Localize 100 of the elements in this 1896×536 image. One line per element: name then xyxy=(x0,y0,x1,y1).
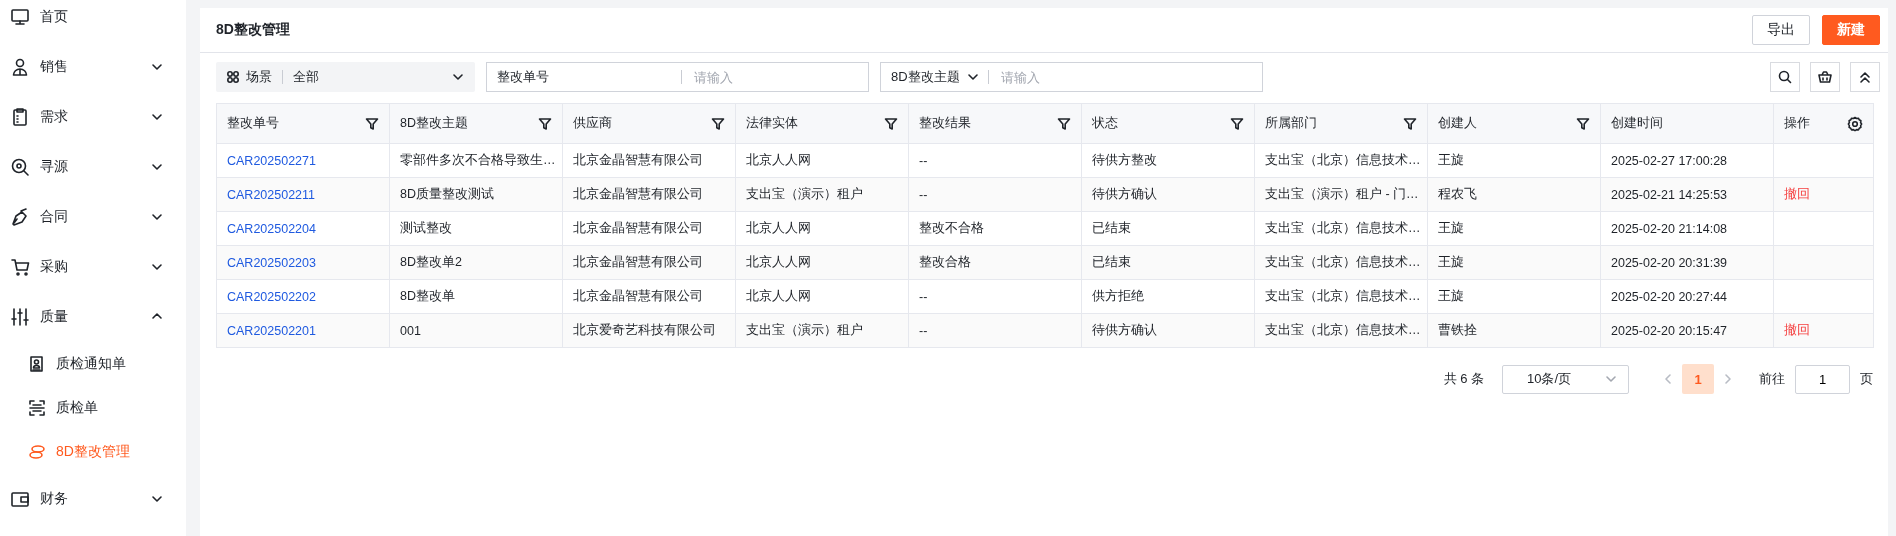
table-cell: 支出宝（北京）信息技术… xyxy=(1254,279,1428,314)
table-cell: 支出宝（演示）租户 - 门… xyxy=(1254,177,1428,212)
table-cell: 支出宝（北京）信息技术… xyxy=(1254,245,1428,280)
table-cell: 2025-02-20 20:31:39 xyxy=(1600,245,1774,280)
withdraw-link[interactable]: 撤回 xyxy=(1784,187,1810,201)
table-cell: -- xyxy=(908,279,1082,314)
reset-button[interactable] xyxy=(1810,62,1840,92)
table-cell: 测试整改 xyxy=(389,211,563,246)
page-size-select[interactable]: 10条/页 xyxy=(1502,364,1629,394)
table-cell: 支出宝（演示）租户 xyxy=(735,177,909,212)
table-cell: 曹铁拴 xyxy=(1427,313,1601,348)
search-icon xyxy=(1778,70,1792,84)
export-button[interactable]: 导出 xyxy=(1752,15,1810,45)
page-input[interactable]: 1 xyxy=(1795,364,1850,394)
table-cell: 北京人人网 xyxy=(735,143,909,178)
column-header: 创建时间 xyxy=(1600,103,1774,144)
column-header: 8D整改主题 xyxy=(389,103,563,144)
table-cell: 王旋 xyxy=(1427,143,1601,178)
table-cell: 王旋 xyxy=(1427,211,1601,246)
cart-icon xyxy=(10,257,30,277)
column-header: 操作 xyxy=(1773,103,1874,144)
filter-field[interactable]: 整改单号 请输入 xyxy=(486,62,869,92)
table-cell: -- xyxy=(908,177,1082,212)
scene-select[interactable]: 场景 全部 xyxy=(216,62,475,92)
table-cell: 程农飞 xyxy=(1427,177,1601,212)
chain-icon xyxy=(28,443,46,461)
text-input[interactable]: 请输入 xyxy=(998,68,1252,86)
table-cell: 8D质量整改测试 xyxy=(389,177,563,212)
sidebar-item[interactable]: 首页 xyxy=(0,0,186,42)
withdraw-link[interactable]: 撤回 xyxy=(1784,323,1810,337)
page-title: 8D整改管理 xyxy=(216,21,291,39)
search-button[interactable] xyxy=(1770,62,1800,92)
column-header: 整改结果 xyxy=(908,103,1082,144)
sidebar-item[interactable]: 质量 xyxy=(0,292,186,342)
sliders-icon xyxy=(10,307,30,327)
table-cell: 2025-02-20 21:14:08 xyxy=(1600,211,1774,246)
table-cell: 待供方整改 xyxy=(1081,143,1255,178)
table-cell: 王旋 xyxy=(1427,245,1601,280)
basket-icon xyxy=(1818,70,1832,84)
sidebar-item[interactable]: 需求 xyxy=(0,92,186,142)
table-cell: 待供方确认 xyxy=(1081,177,1255,212)
table-cell: -- xyxy=(908,313,1082,348)
table-cell: 北京金晶智慧有限公司 xyxy=(562,211,736,246)
table-cell: 2025-02-27 17:00:28 xyxy=(1600,143,1774,178)
table-cell: 8D整改单 xyxy=(389,279,563,314)
page-suffix: 页 xyxy=(1860,370,1873,388)
gear-icon xyxy=(1847,115,1863,132)
table-cell: 支出宝（演示）租户 xyxy=(735,313,909,348)
table-cell: 北京人人网 xyxy=(735,245,909,280)
filter-field[interactable]: 8D整改主题 请输入 xyxy=(880,62,1263,92)
column-header: 整改单号 xyxy=(216,103,390,144)
text-input[interactable]: 请输入 xyxy=(692,68,858,86)
table-cell: 支出宝（北京）信息技术… xyxy=(1254,313,1428,348)
table-cell: 北京金晶智慧有限公司 xyxy=(562,177,736,212)
table-cell: 支出宝（北京）信息技术… xyxy=(1254,143,1428,178)
column-header: 状态 xyxy=(1081,103,1255,144)
chevron-left-icon xyxy=(1662,372,1674,386)
goto-label: 前往 xyxy=(1759,370,1785,388)
table-cell: 北京人人网 xyxy=(735,211,909,246)
monitor-icon xyxy=(10,7,30,27)
table-cell: 已结束 xyxy=(1081,211,1255,246)
table-cell: 8D整改单2 xyxy=(389,245,563,280)
table-cell: 王旋 xyxy=(1427,279,1601,314)
sidebar-item[interactable]: 财务 xyxy=(0,474,186,524)
table-cell: 支出宝（北京）信息技术… xyxy=(1254,211,1428,246)
sidebar-item[interactable]: 销售 xyxy=(0,42,186,92)
scene-label: 场景 xyxy=(246,68,272,86)
person-icon xyxy=(10,57,30,77)
chevron-right-icon xyxy=(1722,372,1734,386)
sidebar-subitem[interactable]: 质检单 xyxy=(0,386,186,430)
column-header: 创建人 xyxy=(1427,103,1601,144)
table-cell: 北京金晶智慧有限公司 xyxy=(562,279,736,314)
table-cell: -- xyxy=(908,143,1082,178)
field-selector[interactable]: 8D整改主题 xyxy=(891,68,980,86)
column-header: 供应商 xyxy=(562,103,736,144)
table-cell: 北京人人网 xyxy=(735,279,909,314)
sidebar-item[interactable]: 合同 xyxy=(0,192,186,242)
table-cell: 供方拒绝 xyxy=(1081,279,1255,314)
sidebar-item[interactable]: 寻源 xyxy=(0,142,186,192)
table-cell: 已结束 xyxy=(1081,245,1255,280)
table-cell: 2025-02-20 20:27:44 xyxy=(1600,279,1774,314)
field-label: 整改单号 xyxy=(497,68,550,86)
sidebar-subitem[interactable]: 质检通知单 xyxy=(0,342,186,386)
table-cell: 北京爱奇艺科技有限公司 xyxy=(562,313,736,348)
sidebar-item[interactable]: 采购 xyxy=(0,242,186,292)
wallet-icon xyxy=(10,489,30,509)
scanner-icon xyxy=(28,399,46,417)
magnifier-icon xyxy=(10,157,30,177)
clipboard-icon xyxy=(10,107,30,127)
column-header: 法律实体 xyxy=(735,103,909,144)
grid-icon xyxy=(226,70,240,84)
table-cell: 待供方确认 xyxy=(1081,313,1255,348)
table-cell: 零部件多次不合格导致生… xyxy=(389,143,563,178)
total-count: 共 6 条 xyxy=(1443,370,1484,388)
table-cell: 整改不合格 xyxy=(908,211,1082,246)
table-cell: 2025-02-21 14:25:53 xyxy=(1600,177,1774,212)
table-cell: 北京金晶智慧有限公司 xyxy=(562,245,736,280)
table-cell: 北京金晶智慧有限公司 xyxy=(562,143,736,178)
column-header: 所属部门 xyxy=(1254,103,1428,144)
collapse-button[interactable] xyxy=(1850,62,1880,92)
